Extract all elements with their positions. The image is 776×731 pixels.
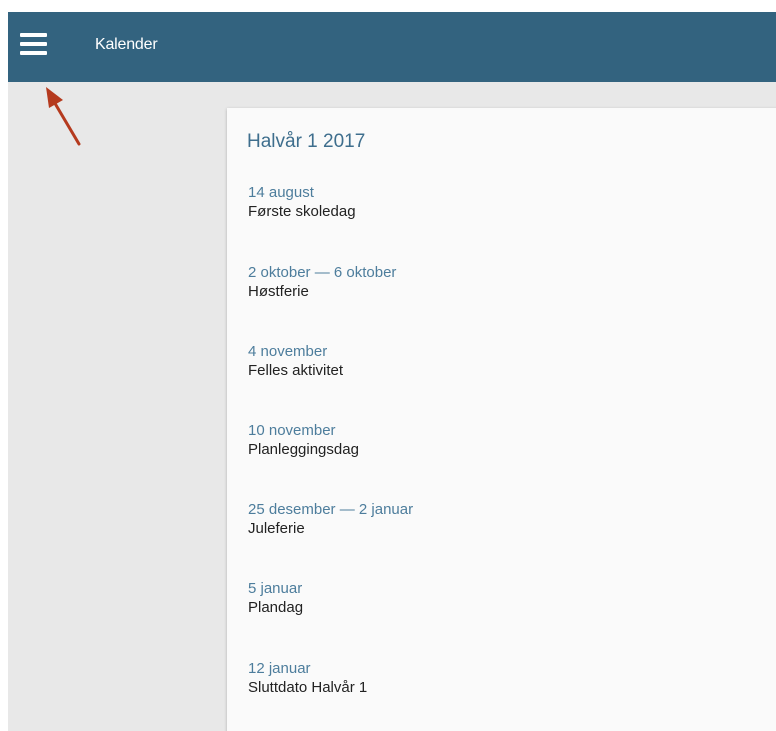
app-window: Kalender Halvår 1 2017 14 august Første … [8,12,776,731]
calendar-event[interactable]: 4 november Felles aktivitet [248,343,343,380]
menu-line [20,51,47,55]
calendar-period-title: Halvår 1 2017 [247,131,366,152]
event-name: Juleferie [248,520,305,537]
event-name: Plandag [248,599,304,616]
calendar-event[interactable]: 14 august Første skoledag [248,184,356,221]
calendar-event[interactable]: 2 oktober — 6 oktober Høstferie [248,264,396,301]
event-date: 12 januar [248,660,311,677]
arrow-up-left-icon [46,87,81,146]
calendar-event[interactable]: 25 desember — 2 januar Juleferie [248,501,413,538]
calendar-event[interactable]: 10 november Planleggingsdag [248,422,359,459]
top-app-bar: Kalender [8,12,776,82]
event-date: 14 august [248,184,314,201]
event-name: Sluttdato Halvår 1 [248,679,368,696]
event-name: Planleggingsdag [248,441,359,458]
page-title: Kalender [95,36,158,53]
menu-line [20,33,47,37]
event-date: 10 november [248,422,336,439]
calendar-card: Halvår 1 2017 14 august Første skoledag … [227,108,776,731]
calendar-event[interactable]: 12 januar Sluttdato Halvår 1 [248,660,367,697]
event-date: 2 oktober — 6 oktober [248,264,397,281]
event-date: 5 januar [248,580,303,597]
event-name: Felles aktivitet [248,362,344,379]
event-date: 25 desember — 2 januar [248,501,414,518]
menu-line [20,42,47,46]
hamburger-menu-icon[interactable] [16,30,52,62]
event-name: Første skoledag [248,203,356,220]
calendar-event[interactable]: 5 januar Plandag [248,580,303,617]
event-name: Høstferie [248,283,309,300]
event-date: 4 november [248,343,328,360]
